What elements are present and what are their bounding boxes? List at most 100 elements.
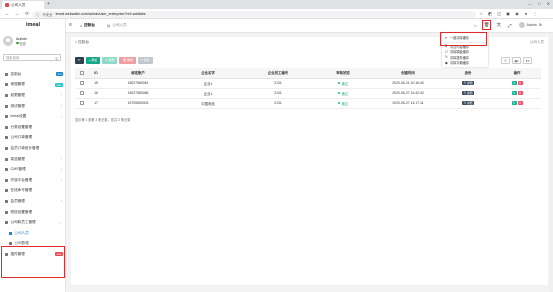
list-view-button[interactable]: ☰ bbox=[501, 57, 510, 64]
sidebar-item-general[interactable]: 常规管理 new bbox=[0, 80, 66, 91]
col-role[interactable]: 身份 bbox=[443, 68, 493, 79]
col-id[interactable]: ID bbox=[89, 68, 103, 79]
detail-button[interactable]: ☰ 詳细 bbox=[461, 80, 475, 86]
forward-icon[interactable]: → bbox=[14, 11, 20, 16]
brand-logo[interactable]: imeal bbox=[0, 19, 66, 31]
menu-toggle-icon[interactable]: ≡ bbox=[69, 22, 72, 28]
add-button[interactable]: + 添加 bbox=[85, 57, 101, 64]
delete-row-icon[interactable]: ✕ bbox=[517, 90, 523, 96]
sidebar-item-dashboard[interactable]: 控制台 hot bbox=[0, 69, 66, 80]
col-employee-code[interactable]: 企业员工编号 bbox=[243, 68, 313, 79]
home-page-icon[interactable]: ⌂ bbox=[474, 23, 477, 28]
cell-time: 2020-06-27 14:42:42 bbox=[373, 88, 443, 99]
table-row[interactable]: 17 15705550003 中国电信 2131 通过 2020-06-27 1… bbox=[75, 98, 541, 109]
sidebar-item-company-orders[interactable]: 公司订单管理 bbox=[0, 133, 66, 144]
cell-id: 15 bbox=[89, 78, 103, 89]
edit-row-icon[interactable]: ✎ bbox=[511, 100, 517, 106]
sidebar: imeal Admin 在线 搜索菜单 ⚲ 控制台 hot 常规管理 new 权限管… bbox=[0, 19, 66, 292]
table-row[interactable]: 16 15027580066 企业1 2131 通过 2020-06-27 14… bbox=[75, 88, 541, 99]
extension-1-icon[interactable]: ◩ bbox=[487, 10, 493, 17]
sidebar-item-open-platform[interactable]: 开放平台管理 ‹ bbox=[0, 175, 66, 186]
user-status: 在线 bbox=[16, 41, 27, 46]
url-input[interactable]: ⓘ 不安全 imeal.webwaltz.com/admin/user_ente… bbox=[32, 10, 476, 18]
gear-icon[interactable]: ⚙ bbox=[539, 23, 542, 27]
row-select-cell[interactable] bbox=[75, 98, 89, 109]
select-all-header[interactable] bbox=[75, 68, 89, 79]
dropdown-item-clear-dict[interactable]: ◆ 清除字典缓存 bbox=[442, 60, 488, 66]
new-tab-icon[interactable]: + bbox=[47, 1, 50, 7]
sidebar-item-command[interactable]: 在线命令管理 bbox=[0, 186, 66, 197]
export-button[interactable]: ⬇▾ bbox=[523, 57, 532, 64]
tab-company-people[interactable]: ▤ 公司人员 bbox=[105, 22, 129, 29]
security-label: 不安全 bbox=[42, 12, 53, 17]
row-checkbox[interactable] bbox=[80, 101, 84, 105]
reload-icon[interactable]: ⟳ bbox=[24, 11, 30, 17]
sidebar-item-dishes[interactable]: 菜品管理 ‹ bbox=[0, 154, 66, 165]
online-dot-icon bbox=[16, 41, 19, 45]
row-select-cell[interactable] bbox=[75, 88, 89, 99]
window-controls: — □ ✕ bbox=[528, 1, 550, 6]
cell-role: ☰ 詳细 bbox=[443, 98, 493, 109]
close-window-icon[interactable]: ✕ bbox=[547, 1, 550, 6]
delete-button[interactable]: 🗑 删除 bbox=[119, 57, 137, 64]
sidebar-item-test[interactable]: 测试管理 ‹ bbox=[0, 101, 66, 112]
sidebar-item-imeal-settings[interactable]: imeal设置 ‹ bbox=[0, 111, 66, 122]
detail-label: 詳细 bbox=[466, 100, 473, 105]
col-created[interactable]: 创建时间 bbox=[373, 68, 443, 79]
edit-row-icon[interactable]: ✎ bbox=[511, 90, 517, 96]
row-checkbox[interactable] bbox=[80, 81, 84, 85]
clear-cache-icon[interactable]: 🗑 bbox=[481, 20, 492, 30]
bookmark-icon[interactable]: ☆ bbox=[478, 10, 484, 17]
row-select-cell[interactable] bbox=[75, 78, 89, 89]
search-icon[interactable]: ⚲ bbox=[55, 56, 58, 62]
col-company[interactable]: 企业名字 bbox=[173, 68, 243, 79]
sidebar-item-company-people[interactable]: 公司人员 bbox=[0, 228, 66, 239]
cell-code: 2131 bbox=[243, 88, 313, 99]
table-row[interactable]: 15 15027580061 企业1 2131 通过 2020-06-21 10… bbox=[75, 78, 541, 89]
sidebar-item-permissions[interactable]: 权限管理 ‹ bbox=[0, 90, 66, 101]
delete-row-icon[interactable]: ✕ bbox=[517, 80, 523, 86]
sidebar-item-members[interactable]: 会员管理 ‹ bbox=[0, 196, 66, 207]
minimize-icon[interactable]: — bbox=[528, 1, 532, 6]
more-button[interactable]: ≡ 更多 bbox=[138, 57, 153, 64]
vertical-scrollbar[interactable] bbox=[549, 33, 553, 292]
extension-4-icon[interactable]: ◉ bbox=[514, 10, 520, 17]
user-status-label: 在线 bbox=[19, 41, 26, 46]
profile-icon[interactable]: ● bbox=[523, 10, 529, 17]
sidebar-item-category[interactable]: 分类设置管理 bbox=[0, 122, 66, 133]
edit-button[interactable]: ✎ 编辑 bbox=[102, 57, 118, 64]
tab-dashboard[interactable]: ⌂ 控制台 bbox=[78, 22, 97, 29]
chevron-icon: ‹ bbox=[60, 114, 62, 119]
col-status[interactable]: 审核状态 bbox=[313, 68, 373, 79]
sidebar-item-cms[interactable]: CMS管理 ‹ bbox=[0, 164, 66, 175]
sidebar-item-company-staff[interactable]: 公司和员工管理 ⌄ bbox=[0, 217, 66, 228]
menu-search-input[interactable]: 搜索菜单 ⚲ bbox=[3, 54, 61, 61]
plugin-cache-icon: ✎ bbox=[445, 55, 448, 60]
admin-menu[interactable]: Admin ⚙ bbox=[518, 22, 542, 28]
insecure-icon: ⓘ bbox=[36, 12, 40, 17]
fullscreen-icon[interactable]: ⤢ bbox=[508, 23, 512, 28]
browser-menu-icon[interactable]: ⋮ bbox=[532, 10, 538, 17]
back-icon[interactable]: ← bbox=[4, 11, 10, 16]
col-account[interactable]: 绑定账户 bbox=[103, 68, 173, 79]
extension-3-icon[interactable]: ▣ bbox=[505, 10, 511, 17]
address-bar-row: ← → ⟳ ⌂ ⓘ 不安全 imeal.webwaltz.com/admin/u… bbox=[0, 9, 553, 19]
sidebar-item-member-stats[interactable]: 会员订单统计管理 bbox=[0, 143, 66, 154]
cell-code: 2131 bbox=[243, 98, 313, 109]
breadcrumb-label[interactable]: 控制台 bbox=[78, 40, 89, 44]
maximize-icon[interactable]: □ bbox=[538, 1, 540, 6]
delete-row-icon[interactable]: ✕ bbox=[517, 100, 523, 106]
row-checkbox[interactable] bbox=[80, 91, 84, 95]
sidebar-item-sms[interactable]: 短信设置管理 bbox=[0, 207, 66, 218]
detail-button[interactable]: ☰ 詳细 bbox=[461, 90, 475, 96]
translate-icon[interactable]: 文 bbox=[496, 22, 501, 28]
cell-time: 2020-06-21 10:16:40 bbox=[373, 78, 443, 89]
extension-2-icon[interactable]: ◫ bbox=[496, 10, 502, 17]
refresh-button[interactable]: ↻ bbox=[75, 57, 84, 64]
edit-row-icon[interactable]: ✎ bbox=[511, 80, 517, 86]
columns-button[interactable]: ▦▾ bbox=[512, 57, 521, 64]
browser-tab[interactable]: 公司人员 bbox=[2, 1, 44, 9]
dropdown-item-label: 清除插件缓存 bbox=[450, 55, 470, 60]
select-all-checkbox[interactable] bbox=[80, 71, 84, 75]
detail-button[interactable]: ☰ 詳细 bbox=[461, 100, 475, 106]
